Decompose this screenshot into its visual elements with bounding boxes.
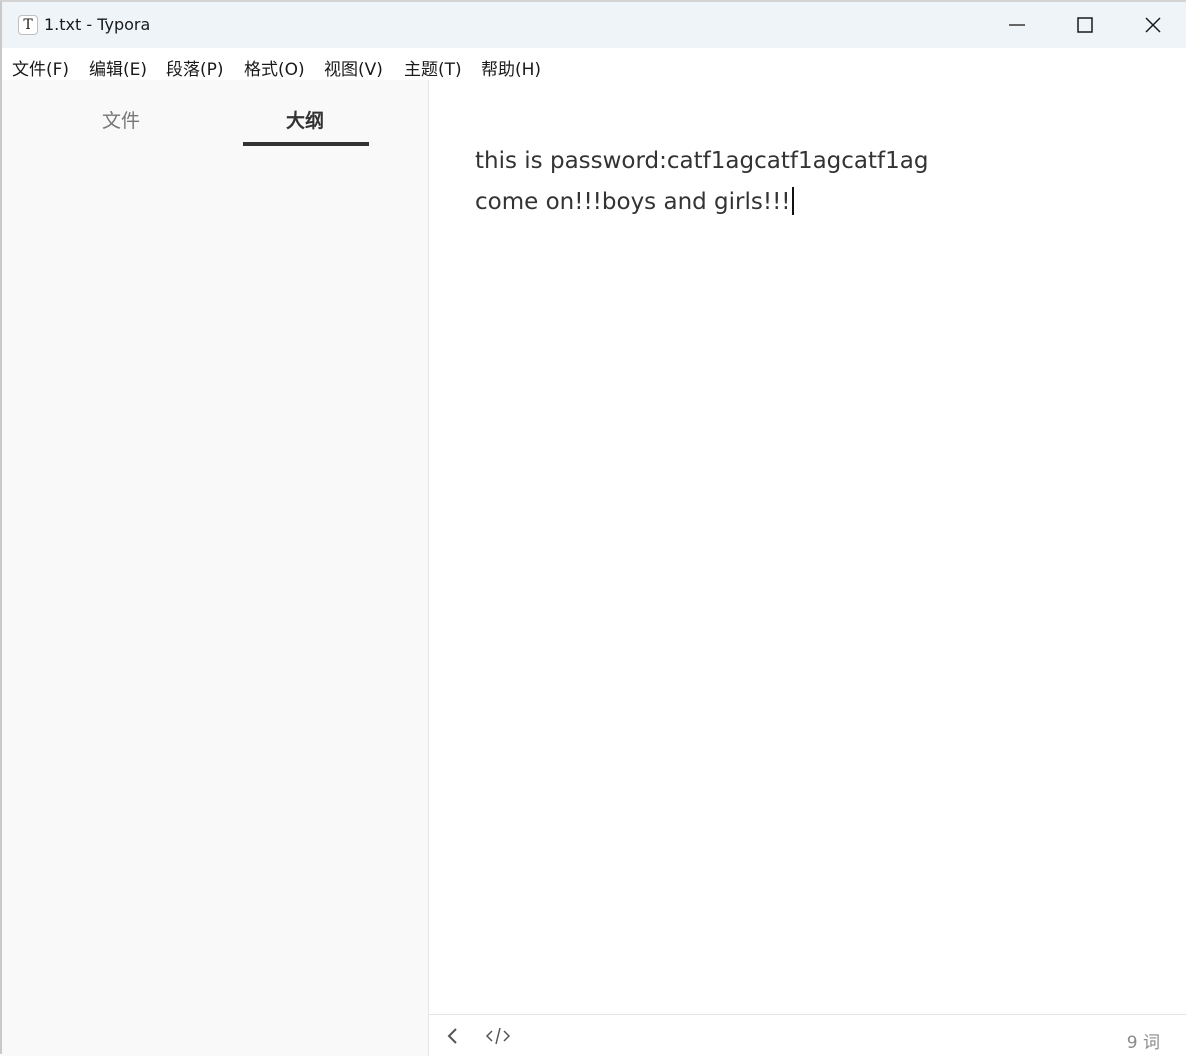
tab-outline[interactable]: 大纲 [286, 106, 324, 133]
status-bar: 9 词 [429, 1014, 1186, 1057]
menu-format[interactable]: 格式(O) [244, 55, 305, 80]
word-count[interactable]: 9 词 [1127, 1028, 1160, 1053]
window-title: 1.txt - Typora [44, 15, 151, 34]
editor-area[interactable]: this is password:catf1agcatf1agcatf1ag c… [429, 80, 1186, 1014]
maximize-icon [1077, 17, 1093, 33]
document-line[interactable]: this is password:catf1agcatf1agcatf1ag [475, 148, 928, 174]
minimize-button[interactable] [982, 2, 1052, 48]
source-mode-button[interactable] [485, 1025, 511, 1047]
tab-files[interactable]: 文件 [102, 106, 140, 133]
title-bar[interactable]: T 1.txt - Typora [2, 2, 1186, 48]
text-cursor [791, 187, 794, 215]
close-button[interactable] [1118, 2, 1186, 48]
menu-help[interactable]: 帮助(H) [481, 55, 541, 80]
document-line[interactable]: come on!!!boys and girls!!! [475, 187, 794, 215]
menu-theme[interactable]: 主题(T) [404, 55, 462, 80]
minimize-icon [1009, 24, 1025, 26]
menu-bar: 文件(F) 编辑(E) 段落(P) 格式(O) 视图(V) 主题(T) 帮助(H… [2, 48, 1186, 80]
document-line-text: come on!!!boys and girls!!! [475, 189, 791, 215]
typora-app-icon: T [18, 15, 38, 35]
sidebar: 文件 大纲 [2, 80, 429, 1056]
menu-file[interactable]: 文件(F) [12, 55, 69, 80]
chevron-left-icon [447, 1028, 457, 1044]
maximize-button[interactable] [1050, 2, 1120, 48]
document-line-text: this is password:catf1agcatf1agcatf1ag [475, 148, 929, 174]
typora-window: T 1.txt - Typora 文件(F) 编辑(E) 段落(P) 格式(O)… [0, 0, 1186, 1057]
menu-paragraph[interactable]: 段落(P) [166, 55, 224, 80]
toggle-sidebar-button[interactable] [443, 1025, 467, 1047]
menu-view[interactable]: 视图(V) [324, 55, 383, 80]
menu-edit[interactable]: 编辑(E) [89, 55, 147, 80]
active-tab-indicator [243, 142, 369, 146]
close-icon [1145, 17, 1161, 33]
code-icon [485, 1027, 511, 1045]
